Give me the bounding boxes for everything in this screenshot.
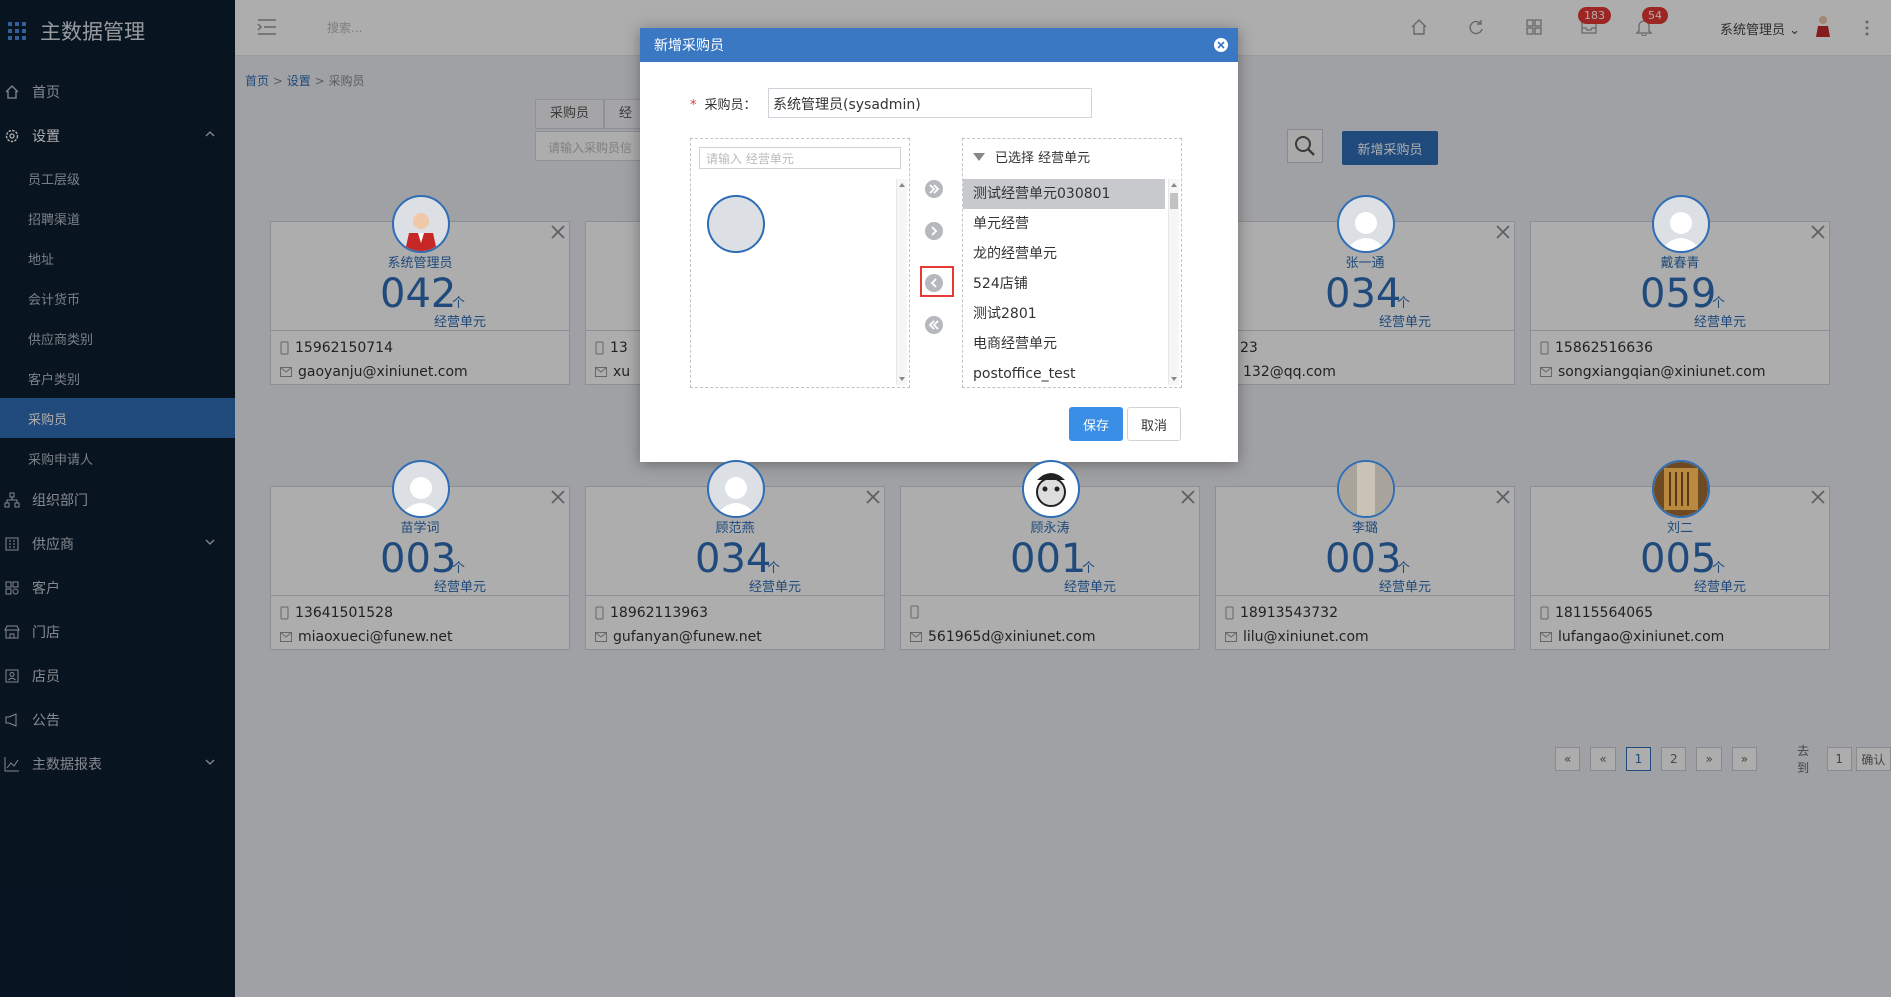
selected-unit-item[interactable]: 测试2801: [963, 299, 1165, 329]
unit-search-input[interactable]: 请输入 经营单元: [699, 147, 901, 169]
selected-unit-item[interactable]: 单元经营: [963, 209, 1165, 239]
dialog-title: 新增采购员: [654, 38, 724, 54]
avatar: [707, 460, 765, 518]
move-all-left-icon[interactable]: [924, 315, 944, 335]
selected-unit-item[interactable]: 524店铺: [963, 269, 1165, 299]
selected-units-title: 已选择 经营单元: [995, 151, 1091, 166]
avatar: [1337, 195, 1395, 253]
avatar: [707, 195, 765, 253]
avatar: [1022, 460, 1080, 518]
dialog-header: 新增采购员: [640, 28, 1238, 62]
available-units-scrollbar[interactable]: [896, 179, 907, 385]
avatar: [1337, 460, 1395, 518]
avatar: [1652, 460, 1710, 518]
selected-unit-item[interactable]: 测试经营单元030801: [963, 179, 1165, 209]
buyer-field-label: * 采购员：: [690, 98, 757, 113]
move-right-icon[interactable]: [924, 221, 944, 241]
buyer-label-text: 采购员：: [704, 98, 757, 113]
selected-unit-item[interactable]: 龙的经营单元: [963, 239, 1165, 269]
buyer-field[interactable]: 系统管理员(sysadmin): [768, 88, 1092, 118]
save-button[interactable]: 保存: [1069, 407, 1123, 441]
move-all-right-icon[interactable]: [924, 179, 944, 199]
avatar: [392, 195, 450, 253]
selected-units-panel: 已选择 经营单元 测试经营单元030801 单元经营 龙的经营单元 524店铺 …: [962, 138, 1182, 388]
selected-units-header[interactable]: 已选择 经营单元: [973, 147, 1090, 166]
selected-units-scrollbar[interactable]: [1168, 179, 1179, 385]
selected-unit-item[interactable]: 电商经营单元: [963, 329, 1165, 359]
avatar: [392, 460, 450, 518]
selected-units-list: 测试经营单元030801 单元经营 龙的经营单元 524店铺 测试2801 电商…: [963, 179, 1165, 389]
move-left-highlight: [920, 266, 954, 297]
available-units-panel: 请输入 经营单元: [690, 138, 910, 388]
avatar: [1652, 195, 1710, 253]
cancel-button[interactable]: 取消: [1127, 407, 1181, 441]
close-icon[interactable]: [1213, 37, 1229, 53]
collapse-triangle-icon: [973, 152, 985, 161]
selected-unit-item[interactable]: postoffice_test: [963, 359, 1165, 389]
